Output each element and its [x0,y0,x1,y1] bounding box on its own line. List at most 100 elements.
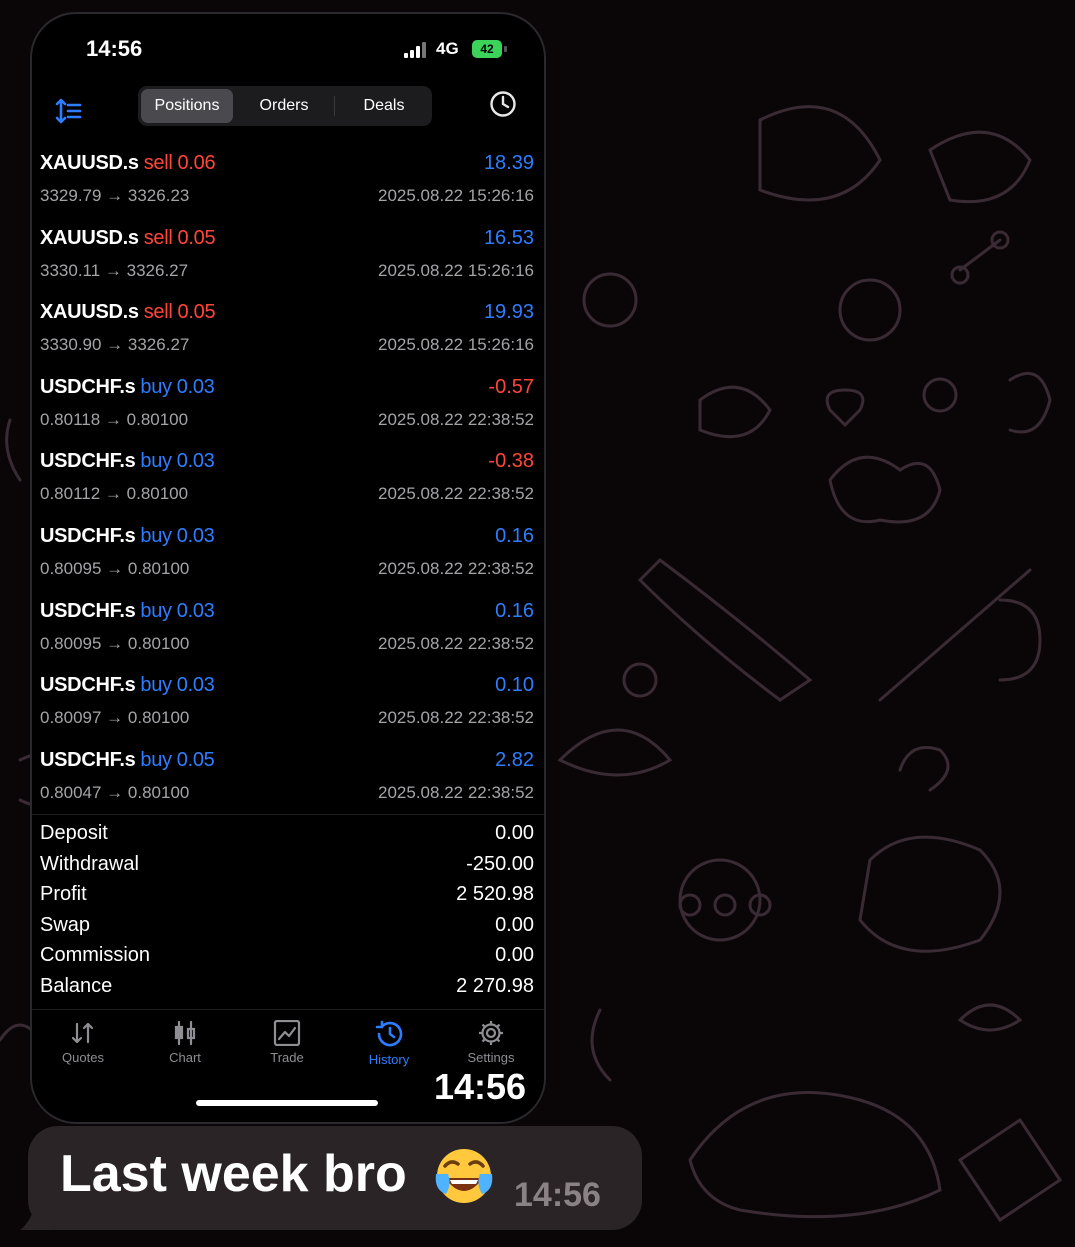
summary-row-swap: Swap 0.00 [32,912,544,943]
summary-value: 0.00 [495,944,534,966]
deal-symbol: XAUUSD.s sell 0.05 [40,301,216,324]
deal-symbol-name: XAUUSD.s [40,301,139,324]
deal-row[interactable]: XAUUSD.s sell 0.05 16.53 3330.11 → 3326.27 20… [32,223,544,298]
deal-time: 2025.08.22 22:38:52 [378,558,534,578]
deal-side: sell [143,226,173,249]
phone-screenshot: 14:56 4G 42 Positions Orders Deals XAUUS… [30,12,546,1124]
deal-side: buy [140,524,172,547]
deal-time: 2025.08.22 22:38:52 [378,484,534,504]
deal-prices: 0.80095 → 0.80100 [40,558,190,578]
tab-history[interactable]: History [338,1010,440,1090]
deal-volume: 0.05 [176,748,215,771]
summary-row-withdrawal: Withdrawal -250.00 [32,851,544,882]
deal-prices: 0.80118 → 0.80100 [40,409,189,429]
deal-row[interactable]: USDCHF.s buy 0.03 0.16 0.80095 → 0.80100 2025… [32,596,544,671]
deal-row[interactable]: USDCHF.s buy 0.03 -0.57 0.80118 → 0.80100 202… [32,372,544,447]
tab-quotes[interactable]: Quotes [32,1010,134,1090]
summary-value: 2 520.98 [456,883,534,905]
deal-prices: 3330.11 → 3326.27 [40,260,189,280]
deal-time: 2025.08.22 15:26:16 [378,260,534,280]
summary-row-deposit: Deposit 0.00 [32,820,544,851]
deal-side: buy [140,748,172,771]
deal-time: 2025.08.22 22:38:52 [378,633,534,653]
summary-value: 2 270.98 [456,974,534,997]
tab-chart-label: Chart [169,1050,201,1065]
deal-time: 2025.08.22 22:38:52 [378,409,534,429]
deal-volume: 0.03 [176,674,215,697]
deal-prices: 0.80047 → 0.80100 [40,782,190,802]
cellular-signal-icon [404,42,430,58]
deal-time: 2025.08.22 22:38:52 [378,708,534,728]
deals-list: XAUUSD.s sell 0.06 18.39 3329.79 → 3326.23 20… [32,148,544,819]
sort-icon[interactable] [54,96,84,126]
deal-volume: 0.05 [177,226,216,249]
deal-symbol-name: XAUUSD.s [40,226,139,249]
deal-symbol: USDCHF.s buy 0.03 [40,376,215,399]
quotes-arrows-icon [71,1022,94,1044]
battery-icon: 42 [472,40,502,58]
deal-volume: 0.03 [176,450,215,473]
summary-label: Swap [40,913,91,936]
deal-profit: 19.93 [483,301,534,324]
deal-row[interactable]: USDCHF.s buy 0.05 2.82 0.80047 → 0.80100 2025… [32,745,544,820]
positions-orders-deals-segmented-control: Positions Orders Deals [138,86,432,126]
whale-doodle-icon [688,1091,942,1219]
deal-volume: 0.05 [177,301,216,324]
deal-row[interactable]: XAUUSD.s sell 0.06 18.39 3329.79 → 3326.23 20… [32,148,544,223]
message-text: Last week bro [60,1145,407,1203]
tab-quotes-label: Quotes [62,1050,104,1065]
deal-volume: 0.03 [176,524,215,547]
deal-profit: 0.16 [495,524,534,547]
summary-value: 0.00 [495,913,534,936]
deal-time: 2025.08.22 22:38:52 [378,782,534,802]
deal-side: buy [140,674,172,697]
deal-profit: 0.10 [495,674,534,697]
deal-volume: 0.06 [177,152,216,174]
deal-side: buy [140,599,172,622]
candlestick-icon [174,1020,196,1046]
trade-chart-icon [273,1020,301,1046]
deal-profit: 18.39 [483,152,534,174]
deal-side: buy [140,450,172,473]
deal-volume: 0.03 [176,599,215,622]
status-bar: 14:56 4G 42 [32,14,544,84]
battery-nub [504,46,507,52]
deal-row[interactable]: USDCHF.s buy 0.03 0.16 0.80095 → 0.80100 2025… [32,521,544,596]
summary-divider [32,814,544,815]
history-clock-icon [375,1020,403,1047]
deal-symbol-name: USDCHF.s [40,748,136,771]
deal-side: sell [143,152,173,174]
deal-symbol: USDCHF.s buy 0.03 [40,674,215,697]
deal-symbol: USDCHF.s buy 0.03 [40,450,215,473]
message-bubble[interactable]: Last week bro 14:56 [28,1126,642,1230]
summary-label: Commission [40,944,151,966]
account-summary: Deposit 0.00 Withdrawal -250.00 Profit 2 520.… [32,820,544,1003]
overlay-timestamp: 14:56 [434,1066,527,1107]
summary-label: Deposit [40,822,108,844]
tab-orders[interactable]: Orders [238,89,330,123]
deal-row[interactable]: USDCHF.s buy 0.03 0.10 0.80097 → 0.80100 2025… [32,670,544,745]
deal-prices: 3329.79 → 3326.23 [40,186,190,205]
period-clock-icon[interactable] [488,89,518,119]
tab-positions[interactable]: Positions [141,89,233,123]
deal-row[interactable]: USDCHF.s buy 0.03 -0.38 0.80112 → 0.80100 202… [32,446,544,521]
deal-symbol-name: USDCHF.s [40,450,136,473]
deal-row[interactable]: XAUUSD.s sell 0.05 19.93 3330.90 → 3326.27 20… [32,297,544,372]
deal-prices: 3330.90 → 3326.27 [40,335,190,355]
deal-prices: 0.80112 → 0.80100 [40,484,189,504]
tab-trade[interactable]: Trade [236,1010,338,1090]
deal-symbol: USDCHF.s buy 0.03 [40,525,215,548]
deal-symbol-name: USDCHF.s [40,674,136,697]
toolbar: Positions Orders Deals [32,84,544,144]
tab-chart[interactable]: Chart [134,1010,236,1090]
tab-settings-label: Settings [467,1050,515,1065]
deal-profit: -0.38 [488,450,534,473]
home-indicator [196,1100,378,1106]
tab-deals[interactable]: Deals [338,89,430,123]
summary-label: Balance [40,974,113,997]
deal-prices: 0.80095 → 0.80100 [40,633,190,653]
gear-icon [479,1021,503,1045]
deal-profit: 16.53 [483,226,534,249]
status-time: 14:56 [86,36,143,61]
summary-label: Withdrawal [40,852,139,875]
